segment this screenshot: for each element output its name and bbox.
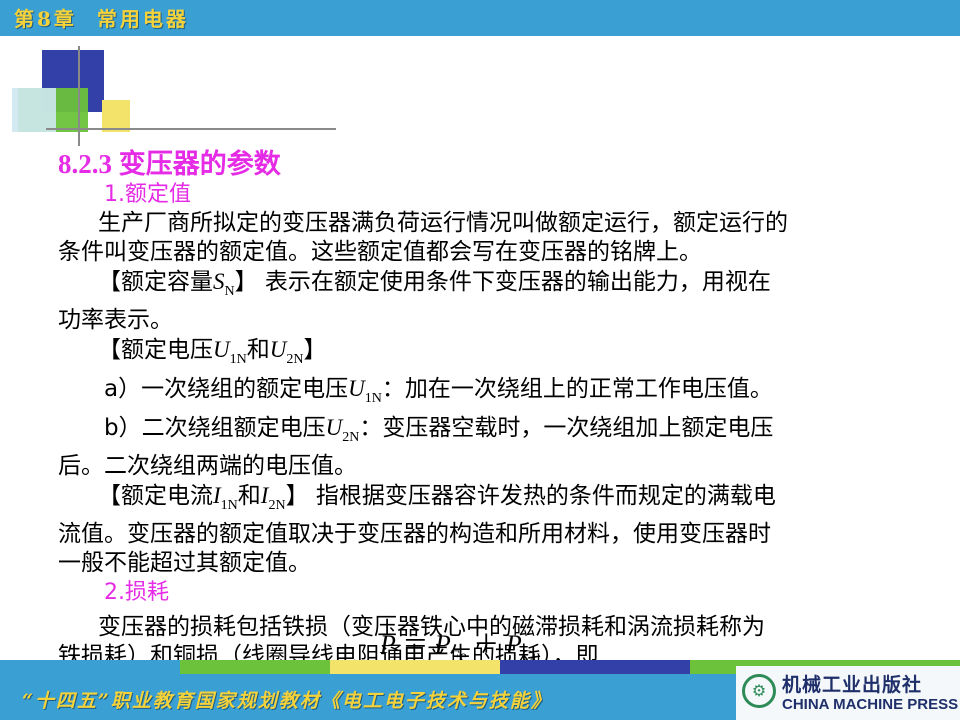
text-span: a）一次绕组的额定电压	[104, 376, 349, 402]
plus-sign: ＋	[473, 630, 500, 659]
text-span: 【额定容量	[98, 269, 213, 295]
subscript: 2N	[342, 430, 360, 445]
paragraph-line: 条件叫变压器的额定值。这些额定值都会写在变压器的铭牌上。	[58, 239, 702, 265]
top-header-bar: 第8章 常用电器	[0, 0, 960, 36]
deco-vertical-line	[78, 46, 80, 146]
rated-voltage-line: 【额定电压U1N和U2N】	[58, 335, 908, 374]
variable: I	[213, 483, 221, 508]
text-span: 和	[237, 483, 261, 509]
text-span: b）二次绕组额定电压	[104, 415, 326, 441]
subscript: 1N	[364, 391, 382, 406]
paragraph-line: 一般不能超过其额定值。	[58, 550, 311, 576]
text-span: 】	[303, 337, 327, 363]
variable: S	[213, 269, 225, 294]
variable: P	[505, 630, 522, 659]
subscript: 2N	[268, 498, 286, 513]
variable: U	[325, 415, 343, 440]
paragraph-line: 生产厂商所拟定的变压器满负荷运行情况叫做额定运行，额定运行的	[98, 210, 788, 236]
slide-content: 8.2.3 变压器的参数 1.额定值 生产厂商所拟定的变压器满负荷运行情况叫做额…	[58, 148, 908, 671]
text-span: 【额定电压	[98, 337, 213, 363]
variable: U	[348, 376, 365, 401]
variable: P	[380, 630, 396, 659]
publisher-name-cn: 机械工业出版社	[782, 674, 923, 696]
text-span: 】 表示在额定使用条件下变压器的输出能力，用视在	[234, 269, 771, 295]
subscript: 1N	[229, 352, 247, 367]
section-heading: 8.2.3 变压器的参数	[58, 149, 281, 179]
deco-square-light	[12, 88, 56, 132]
publisher-logo-icon: ⚙	[742, 674, 776, 708]
text-span: ：变压器空载时，一次绕组加上额定电压	[359, 415, 774, 441]
subheading-rated-values: 1.额定值	[104, 182, 191, 207]
text-span: 和	[246, 337, 270, 363]
footer-stripe	[500, 660, 690, 674]
footer-stripe	[0, 660, 180, 674]
text-span: ：加在一次绕组上的正常工作电压值。	[381, 376, 773, 402]
variable: U	[269, 337, 287, 362]
variable: P	[434, 630, 451, 659]
rated-capacity-line: 【额定容量SN】 表示在额定使用条件下变压器的输出能力，用视在	[58, 267, 908, 306]
primary-voltage-line: a）一次绕组的额定电压U1N：加在一次绕组上的正常工作电压值。	[58, 374, 908, 413]
paragraph-line: 后。二次绕组两端的电压值。	[58, 453, 357, 479]
footer-stripe	[330, 660, 500, 674]
subscript: N	[224, 284, 235, 299]
chapter-title: 第8章 常用电器	[14, 7, 189, 31]
subscript: 2N	[286, 352, 304, 367]
paragraph-line: 功率表示。	[58, 307, 173, 333]
subscript: 1N	[220, 498, 238, 513]
text-span: 】 指根据变压器容许发热的条件而规定的满载电	[285, 483, 776, 509]
deco-horizontal-line	[46, 128, 336, 130]
subheading-losses: 2.损耗	[104, 580, 169, 605]
equals-sign: ＝	[402, 630, 429, 659]
paragraph-line: 流值。变压器的额定值取决于变压器的构造和所用材料，使用变压器时	[58, 521, 771, 547]
publisher-name-en: CHINA MACHINE PRESS	[782, 696, 959, 713]
book-title: “十四五”职业教育国家规划教材《电工电子技术与技能》	[22, 690, 552, 712]
publisher-block: ⚙ 机械工业出版社 CHINA MACHINE PRESS	[736, 666, 960, 720]
rated-current-line: 【额定电流I1N和I2N】 指根据变压器容许发热的条件而规定的满载电	[58, 481, 908, 520]
variable: U	[213, 337, 230, 362]
footer-stripe	[180, 660, 330, 674]
text-span: 【额定电流	[98, 483, 213, 509]
secondary-voltage-line: b）二次绕组额定电压U2N：变压器空载时，一次绕组加上额定电压	[58, 413, 908, 452]
